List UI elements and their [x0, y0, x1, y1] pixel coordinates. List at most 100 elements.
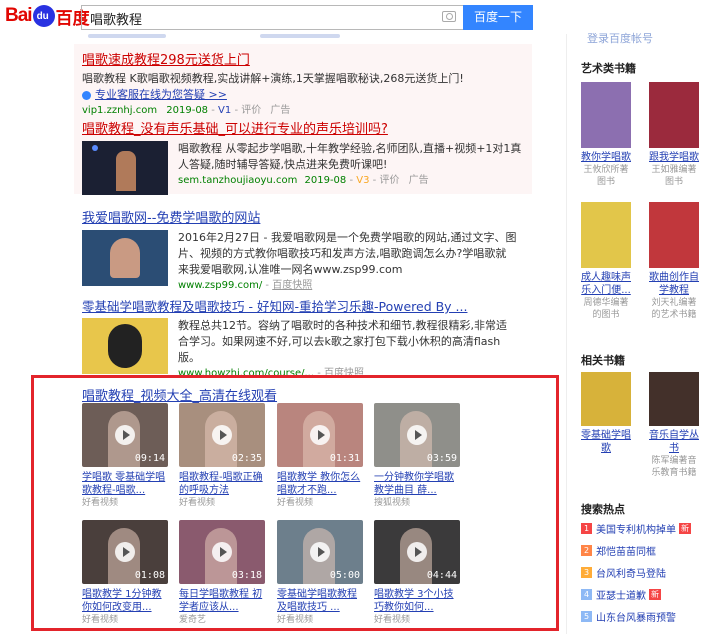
- hot-search-item[interactable]: 1 美国专利机构掉单新: [581, 521, 711, 536]
- review-link[interactable]: 评价: [241, 105, 261, 116]
- video-duration: 04:44: [426, 570, 457, 581]
- video-title[interactable]: 唱歌教程-唱歌正确的呼吸方法: [179, 471, 265, 497]
- related-book-card[interactable]: 零基础学唱歌: [581, 372, 631, 455]
- result-url-row: www.zsp99.com/ - 百度快照: [178, 280, 313, 291]
- video-thumbnail[interactable]: 09:14: [82, 403, 168, 467]
- camera-icon[interactable]: [442, 11, 456, 22]
- play-icon[interactable]: [212, 425, 232, 445]
- result-thumbnail[interactable]: [82, 230, 168, 286]
- book-cover[interactable]: [649, 82, 699, 148]
- video-thumbnail[interactable]: 03:59: [374, 403, 460, 467]
- book-title[interactable]: 歌曲创作自学教程: [649, 271, 699, 297]
- snippet-line: 版。: [178, 351, 200, 364]
- result-organic-2: 零基础学唱歌教程及唱歌技巧 - 好知网-重拾学习乐趣-Powered By ..…: [82, 298, 532, 379]
- book-title[interactable]: 跟我学唱歌: [649, 151, 699, 164]
- book-title[interactable]: 音乐自学丛书: [649, 429, 699, 455]
- video-thumbnail[interactable]: 03:18: [179, 520, 265, 584]
- login-link[interactable]: 登录百度帐号: [587, 30, 653, 46]
- play-icon[interactable]: [115, 542, 135, 562]
- singer-figure: [116, 151, 136, 191]
- book-title[interactable]: 成人趣味声乐入门便...: [581, 271, 631, 297]
- video-card[interactable]: 09:14 学唱歌 零基础学唱歌教程-唱歌... 好看视频: [82, 403, 168, 510]
- book-card[interactable]: 歌曲创作自学教程 刘天礼编著的艺术书籍: [649, 202, 699, 321]
- result-thumbnail[interactable]: [82, 318, 168, 374]
- snippet-line: 2016年2月27日 - 我爱唱歌网是一个免费学唱歌的网站,通过文字、图: [178, 231, 517, 244]
- video-thumbnail[interactable]: 01:31: [277, 403, 363, 467]
- video-title[interactable]: 唱歌教学 1分钟教你如何改变用...: [82, 588, 168, 614]
- video-thumbnail[interactable]: 04:44: [374, 520, 460, 584]
- book-card[interactable]: 跟我学唱歌 王如雅编著图书: [649, 82, 699, 188]
- hot-search-item[interactable]: 5 山东台风暴雨预警: [581, 609, 711, 624]
- book-cover[interactable]: [649, 372, 699, 426]
- tab-indicator: [260, 34, 340, 38]
- book-cover[interactable]: [649, 202, 699, 268]
- video-card[interactable]: 03:59 一分钟教你学唱歌 教学曲目 薛... 搜狐视频: [374, 403, 460, 510]
- book-card[interactable]: 成人趣味声乐入门便... 周德华编著的图书: [581, 202, 631, 321]
- hot-search-item[interactable]: 2 郑恺苗苗同框: [581, 543, 711, 558]
- result-title[interactable]: 零基础学唱歌教程及唱歌技巧 - 好知网-重拾学习乐趣-Powered By ..…: [82, 298, 532, 315]
- video-thumbnail[interactable]: 01:08: [82, 520, 168, 584]
- play-icon[interactable]: [310, 542, 330, 562]
- v-badge[interactable]: V3: [356, 175, 369, 186]
- book-cover[interactable]: [581, 82, 631, 148]
- baidu-logo[interactable]: Bai du 百度: [5, 4, 90, 29]
- result-ad-1: 唱歌速成教程298元送货上门 唱歌教程 K歌唱歌视频教程,实战讲解+演练,1天掌…: [82, 52, 532, 118]
- video-source: 好看视频: [82, 498, 119, 508]
- search-button[interactable]: 百度一下: [463, 5, 533, 30]
- related-book-card[interactable]: 音乐自学丛书 陈军编著音乐教育书籍: [649, 372, 699, 479]
- video-title[interactable]: 一分钟教你学唱歌 教学曲目 薛...: [374, 471, 460, 497]
- hot-search-item[interactable]: 4 亚瑟士道歉新: [581, 587, 711, 602]
- video-title[interactable]: 学唱歌 零基础学唱歌教程-唱歌...: [82, 471, 168, 497]
- tabs-strip: [82, 34, 532, 40]
- video-card[interactable]: 01:08 唱歌教学 1分钟教你如何改变用... 好看视频: [82, 520, 168, 627]
- book-subtitle: 刘天礼编著的艺术书籍: [651, 298, 697, 320]
- video-card[interactable]: 03:18 每日学唱歌教程 初学者应该从... 爱奇艺: [179, 520, 265, 627]
- play-icon[interactable]: [310, 425, 330, 445]
- snapshot-link[interactable]: 百度快照: [272, 280, 312, 291]
- play-icon[interactable]: [407, 542, 427, 562]
- book-subtitle: 周德华编著的图书: [583, 298, 629, 320]
- v-badge[interactable]: V1: [218, 105, 231, 116]
- video-title[interactable]: 每日学唱歌教程 初学者应该从...: [179, 588, 265, 614]
- video-duration: 02:35: [231, 453, 262, 464]
- video-source: 好看视频: [277, 615, 314, 625]
- video-title[interactable]: 唱歌教学 教你怎么唱歌才不跑...: [277, 471, 363, 497]
- play-icon[interactable]: [115, 425, 135, 445]
- video-title[interactable]: 零基础学唱歌教程及唱歌技巧 ...: [277, 588, 363, 614]
- book-cover[interactable]: [581, 202, 631, 268]
- hot-search-text[interactable]: 亚瑟士道歉: [596, 587, 646, 602]
- book-card[interactable]: 教你学唱歌 王攸欣所著图书: [581, 82, 631, 188]
- hot-search-text[interactable]: 山东台风暴雨预警: [596, 609, 676, 624]
- hot-search-text[interactable]: 美国专利机构掉单: [596, 521, 676, 536]
- book-title[interactable]: 零基础学唱歌: [581, 429, 631, 455]
- result-url-row: sem.tanzhoujiaoyu.com 2019-08 - V3 - 评价 …: [178, 175, 429, 186]
- video-card[interactable]: 02:35 唱歌教程-唱歌正确的呼吸方法 好看视频: [179, 403, 265, 510]
- snippet-line: 唱歌教程 从零起步学唱歌,十年教学经验,名师团队,直播+视频+1对1真: [178, 142, 522, 155]
- hot-search-text[interactable]: 郑恺苗苗同框: [596, 543, 656, 558]
- review-link[interactable]: 评价: [379, 175, 399, 186]
- logo-text-bai: Bai: [5, 5, 33, 26]
- result-url: vip1.zznhj.com: [82, 105, 158, 116]
- video-card[interactable]: 04:44 唱歌教学 3个小技巧教你如何... 好看视频: [374, 520, 460, 627]
- video-title[interactable]: 唱歌教学 3个小技巧教你如何...: [374, 588, 460, 614]
- play-icon[interactable]: [212, 542, 232, 562]
- new-badge: 新: [649, 589, 661, 600]
- video-block-title[interactable]: 唱歌教程_视频大全_高清在线观看: [82, 385, 277, 404]
- video-card[interactable]: 01:31 唱歌教学 教你怎么唱歌才不跑... 好看视频: [277, 403, 363, 510]
- result-title[interactable]: 唱歌速成教程298元送货上门: [82, 52, 532, 69]
- video-thumbnail[interactable]: 05:00: [277, 520, 363, 584]
- play-icon[interactable]: [407, 425, 427, 445]
- search-input[interactable]: 唱歌教程: [81, 5, 463, 30]
- consult-link[interactable]: 专业客服在线为您答疑 >>: [95, 87, 227, 103]
- hot-search-text[interactable]: 台风利奇马登陆: [596, 565, 666, 580]
- singer-face: [110, 238, 140, 278]
- result-title[interactable]: 唱歌教程_没有声乐基础_可以进行专业的声乐培训吗?: [82, 121, 532, 138]
- book-title[interactable]: 教你学唱歌: [581, 151, 631, 164]
- result-thumbnail[interactable]: [82, 141, 168, 195]
- hot-search-item[interactable]: 3 台风利奇马登陆: [581, 565, 711, 580]
- book-cover[interactable]: [581, 372, 631, 426]
- video-card[interactable]: 05:00 零基础学唱歌教程及唱歌技巧 ... 好看视频: [277, 520, 363, 627]
- result-title[interactable]: 我爱唱歌网--免费学唱歌的网站: [82, 210, 532, 227]
- video-source: 好看视频: [179, 498, 216, 508]
- video-thumbnail[interactable]: 02:35: [179, 403, 265, 467]
